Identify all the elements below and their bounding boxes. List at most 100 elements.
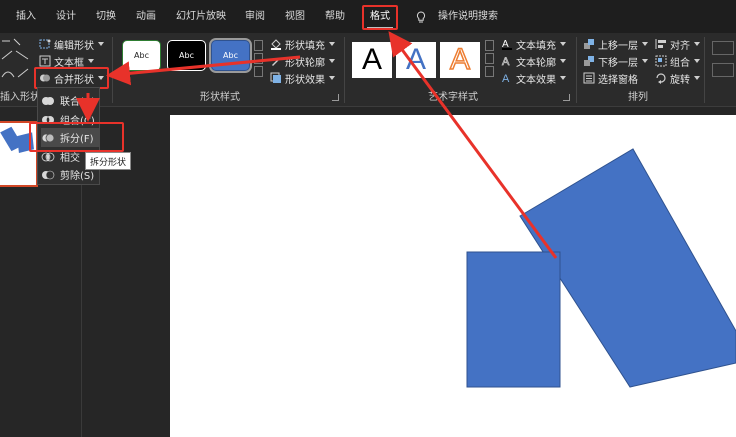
text-fill-icon: A xyxy=(501,38,513,50)
text-outline-button[interactable]: A 文本轮廓 xyxy=(501,53,566,69)
gallery-scroll-up-icon[interactable] xyxy=(485,40,494,51)
shape-fill-label: 形状填充 xyxy=(285,40,325,52)
chevron-down-icon xyxy=(329,76,335,80)
menu-item-union[interactable]: 联合(U) xyxy=(41,91,99,110)
text-effects-label: 文本效果 xyxy=(516,74,556,86)
shapes-gallery-icon[interactable] xyxy=(0,37,34,81)
rotate-label: 旋转 xyxy=(670,74,690,86)
shape-fill-button[interactable]: 形状填充 xyxy=(270,36,335,52)
union-icon xyxy=(41,95,55,107)
slide-canvas[interactable] xyxy=(170,115,736,437)
text-fill-button[interactable]: A 文本填充 xyxy=(501,36,566,52)
rotate-button[interactable]: 旋转 xyxy=(655,70,700,86)
send-backward-button[interactable]: 下移一层 xyxy=(583,53,648,69)
group-label: 组合 xyxy=(670,57,690,69)
chevron-down-icon xyxy=(642,42,648,46)
fragment-highlight-box xyxy=(29,122,124,152)
chevron-down-icon xyxy=(694,59,700,63)
selection-pane-button[interactable]: 选择窗格 xyxy=(583,70,638,86)
align-label: 对齐 xyxy=(670,40,690,52)
shape-styles-group-label: 形状样式 xyxy=(200,92,240,103)
chevron-down-icon xyxy=(694,42,700,46)
intersect-icon xyxy=(41,151,55,163)
size-field[interactable] xyxy=(712,63,734,77)
paint-bucket-icon xyxy=(270,38,282,50)
text-fill-label: 文本填充 xyxy=(516,40,556,52)
chevron-down-icon xyxy=(560,59,566,63)
shape-style-sample-black[interactable]: Abc xyxy=(167,40,206,71)
bring-forward-icon xyxy=(583,38,595,50)
selection-pane-icon xyxy=(583,72,595,84)
size-field[interactable] xyxy=(712,41,734,55)
shape-outline-button[interactable]: 形状轮廓 xyxy=(270,53,335,69)
wordart-sample-orange-outline[interactable]: A xyxy=(440,42,480,78)
gallery-more-icon[interactable] xyxy=(254,66,263,77)
shape-effects-label: 形状效果 xyxy=(285,74,325,86)
rotate-icon xyxy=(655,72,667,84)
group-separator xyxy=(112,37,113,103)
align-icon xyxy=(655,38,667,50)
rectangle-shape xyxy=(466,251,561,388)
shape-style-sample-blue[interactable]: Abc xyxy=(211,40,250,71)
text-effects-button[interactable]: A 文本效果 xyxy=(501,70,566,86)
send-backward-label: 下移一层 xyxy=(598,57,638,69)
shape-outline-label: 形状轮廓 xyxy=(285,57,325,69)
tab-insert[interactable]: 插入 xyxy=(16,10,36,24)
fragment-tooltip: 拆分形状 xyxy=(85,152,131,170)
edit-shape-label: 编辑形状 xyxy=(54,40,94,52)
subtract-icon xyxy=(41,169,55,181)
wordart-sample-blue[interactable]: A xyxy=(396,42,436,78)
wordart-sample-black[interactable]: A xyxy=(352,42,392,78)
tab-transitions[interactable]: 切换 xyxy=(96,10,116,24)
format-tab-highlight-box xyxy=(362,5,398,30)
gallery-scroll-down-icon[interactable] xyxy=(485,53,494,64)
gallery-scroll-up-icon[interactable] xyxy=(254,40,263,51)
lightbulb-icon xyxy=(416,11,426,23)
shape-effects-button[interactable]: 形状效果 xyxy=(270,70,335,86)
edit-shape-icon xyxy=(39,38,51,50)
text-outline-icon: A xyxy=(501,55,513,69)
chevron-down-icon xyxy=(560,42,566,46)
tab-help[interactable]: 帮助 xyxy=(325,10,345,24)
bring-forward-button[interactable]: 上移一层 xyxy=(583,36,648,52)
tab-design[interactable]: 设计 xyxy=(56,10,76,24)
chevron-down-icon xyxy=(88,59,94,63)
tell-me-search[interactable]: 操作说明搜索 xyxy=(438,10,498,24)
arrange-group-label: 排列 xyxy=(628,92,648,103)
chevron-down-icon xyxy=(98,42,104,46)
tab-slideshow[interactable]: 幻灯片放映 xyxy=(176,10,226,24)
align-button[interactable]: 对齐 xyxy=(655,36,700,52)
bring-forward-label: 上移一层 xyxy=(598,40,638,52)
tab-view[interactable]: 视图 xyxy=(285,10,305,24)
text-effects-icon: A xyxy=(501,72,513,85)
chevron-down-icon xyxy=(560,76,566,80)
dialog-launcher-icon[interactable] xyxy=(332,94,339,101)
dialog-launcher-icon[interactable] xyxy=(563,94,570,101)
group-separator xyxy=(704,37,705,103)
chevron-down-icon xyxy=(642,59,648,63)
text-box-icon xyxy=(39,55,51,67)
ribbon: 编辑形状 文本框 合并形状 插入形状 Abc Abc Abc 形状填充 形状轮廓 xyxy=(0,33,736,107)
shape-style-sample-white[interactable]: Abc xyxy=(122,40,161,71)
wordart-styles-group-label: 艺术字样式 xyxy=(428,92,478,103)
pen-icon xyxy=(270,55,282,67)
menu-item-union-label: 联合(U) xyxy=(60,97,96,108)
chevron-down-icon xyxy=(329,42,335,46)
svg-text:A: A xyxy=(502,56,510,67)
edit-shape-button[interactable]: 编辑形状 xyxy=(39,36,104,52)
chevron-down-icon xyxy=(329,59,335,63)
selection-pane-label: 选择窗格 xyxy=(598,74,638,86)
insert-shapes-group-label: 插入形状 xyxy=(0,92,40,103)
chevron-down-icon xyxy=(694,76,700,80)
effects-icon xyxy=(270,72,282,84)
text-outline-label: 文本轮廓 xyxy=(516,57,556,69)
send-backward-icon xyxy=(583,55,595,67)
group-separator xyxy=(576,37,577,103)
merge-shapes-highlight-box xyxy=(34,67,109,89)
gallery-more-icon[interactable] xyxy=(485,66,494,77)
gallery-scroll-down-icon[interactable] xyxy=(254,53,263,64)
group-button[interactable]: 组合 xyxy=(655,53,700,69)
tab-review[interactable]: 审阅 xyxy=(245,10,265,24)
group-separator xyxy=(344,37,345,103)
tab-animations[interactable]: 动画 xyxy=(136,10,156,24)
